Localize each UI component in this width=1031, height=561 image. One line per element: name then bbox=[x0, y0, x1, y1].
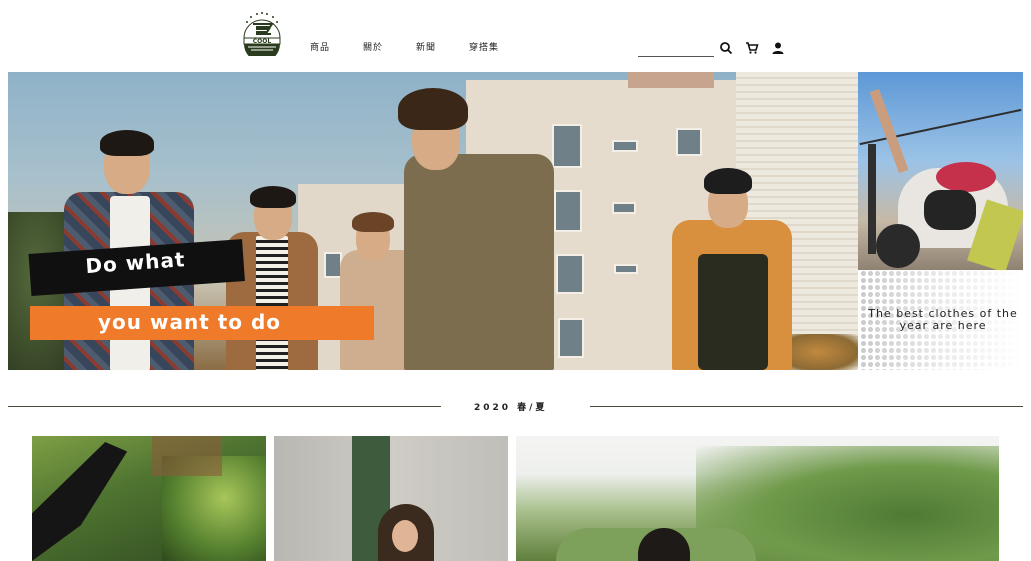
season-divider: 2020 春/夏 bbox=[8, 398, 1023, 414]
divider-line-left bbox=[8, 406, 441, 407]
brand-logo[interactable]: COOL bbox=[239, 10, 285, 62]
window bbox=[556, 254, 584, 294]
window bbox=[612, 140, 638, 152]
side-caption: The best clothes of the year are here bbox=[868, 307, 1018, 332]
logo-text: COOL bbox=[253, 38, 272, 45]
collection-photo-2[interactable] bbox=[274, 436, 508, 561]
nav-item-products[interactable]: 商品 bbox=[310, 40, 330, 53]
headline-line-1: Do what bbox=[84, 247, 187, 279]
search-input[interactable] bbox=[638, 44, 714, 60]
search-field-wrapper bbox=[638, 40, 714, 60]
model-figure bbox=[672, 168, 792, 370]
account-icon[interactable] bbox=[771, 40, 785, 54]
window bbox=[554, 190, 582, 232]
headline-line-2: you want to do bbox=[98, 310, 282, 334]
window bbox=[612, 202, 636, 214]
window bbox=[552, 124, 582, 168]
collection-photo-3[interactable] bbox=[516, 436, 999, 561]
nav-item-lookbook[interactable]: 穿搭集 bbox=[469, 40, 499, 53]
nav-item-about[interactable]: 關於 bbox=[363, 40, 383, 53]
side-promo-panel[interactable]: The best clothes of the year are here bbox=[858, 72, 1023, 370]
cart-icon[interactable] bbox=[745, 40, 759, 54]
season-label: 2020 春/夏 bbox=[474, 403, 548, 413]
hero-banner[interactable]: Do what you want to do bbox=[8, 72, 858, 370]
window bbox=[558, 318, 584, 358]
window bbox=[676, 128, 702, 156]
divider-line-right bbox=[590, 406, 1023, 407]
collection-photo-1[interactable] bbox=[32, 436, 266, 561]
model-figure bbox=[386, 88, 556, 370]
window bbox=[614, 264, 638, 274]
main-nav: 商品 關於 新聞 穿搭集 bbox=[310, 40, 532, 53]
side-photo bbox=[858, 72, 1023, 273]
site-header: COOL 商品 關於 新聞 穿搭集 bbox=[0, 0, 1031, 72]
search-icon[interactable] bbox=[719, 40, 733, 55]
nav-item-news[interactable]: 新聞 bbox=[416, 40, 436, 53]
building-roof bbox=[628, 72, 714, 88]
headline-tag-accent: you want to do bbox=[30, 306, 374, 340]
